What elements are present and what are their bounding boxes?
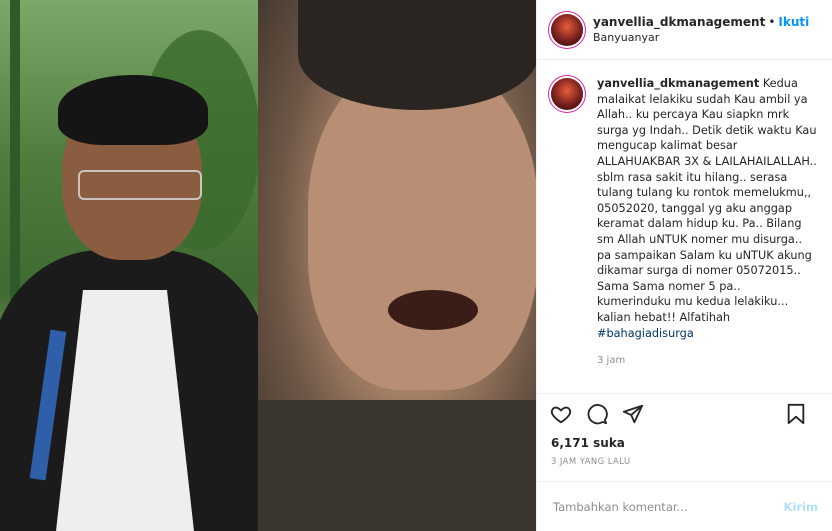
- header-text: yanvellia_dkmanagement • Ikuti Banyuanyar: [593, 14, 809, 46]
- caption-username[interactable]: yanvellia_dkmanagement: [597, 77, 759, 90]
- action-bar: [537, 393, 832, 433]
- man-hair: [58, 75, 208, 145]
- likes-count[interactable]: 6,171 suka: [537, 433, 832, 453]
- caption: yanvellia_dkmanagement Kedua malaikat le…: [597, 76, 818, 393]
- caption-area: yanvellia_dkmanagement Kedua malaikat le…: [537, 60, 832, 393]
- heart-icon[interactable]: [549, 402, 573, 426]
- background-pole: [10, 0, 20, 300]
- post-panel: yanvellia_dkmanagement • Ikuti Banyuanyar …: [536, 0, 832, 531]
- singer-collar: [258, 400, 536, 531]
- caption-time: 3 jam: [597, 355, 626, 367]
- location-link[interactable]: Banyuanyar: [593, 30, 809, 46]
- bookmark-icon[interactable]: [784, 402, 808, 426]
- header-separator: •: [768, 14, 776, 29]
- singer-mouth: [388, 290, 478, 330]
- avatar[interactable]: [551, 13, 583, 46]
- instagram-post: yanvellia_dkmanagement • Ikuti Banyuanyar …: [0, 0, 832, 531]
- share-icon[interactable]: [621, 402, 645, 426]
- man-glasses: [78, 170, 202, 200]
- singer-hair: [298, 0, 536, 110]
- comment-box: Kirim: [537, 481, 832, 531]
- post-comment-button[interactable]: Kirim: [784, 500, 818, 514]
- comment-input[interactable]: [551, 498, 784, 515]
- photo-left: [0, 0, 258, 531]
- photo-right: [258, 0, 536, 531]
- header-username[interactable]: yanvellia_dkmanagement: [593, 15, 765, 29]
- comment-icon[interactable]: [585, 402, 609, 426]
- caption-avatar[interactable]: [551, 78, 583, 110]
- follow-button[interactable]: Ikuti: [778, 15, 809, 29]
- post-media[interactable]: [0, 0, 536, 531]
- post-header: yanvellia_dkmanagement • Ikuti Banyuanyar: [537, 0, 832, 60]
- posted-time: 3 JAM YANG LALU: [551, 457, 631, 467]
- caption-text: Kedua malaikat lelakiku sudah Kau ambil …: [597, 77, 817, 324]
- hashtag-link[interactable]: #bahagiadisurga: [597, 327, 694, 340]
